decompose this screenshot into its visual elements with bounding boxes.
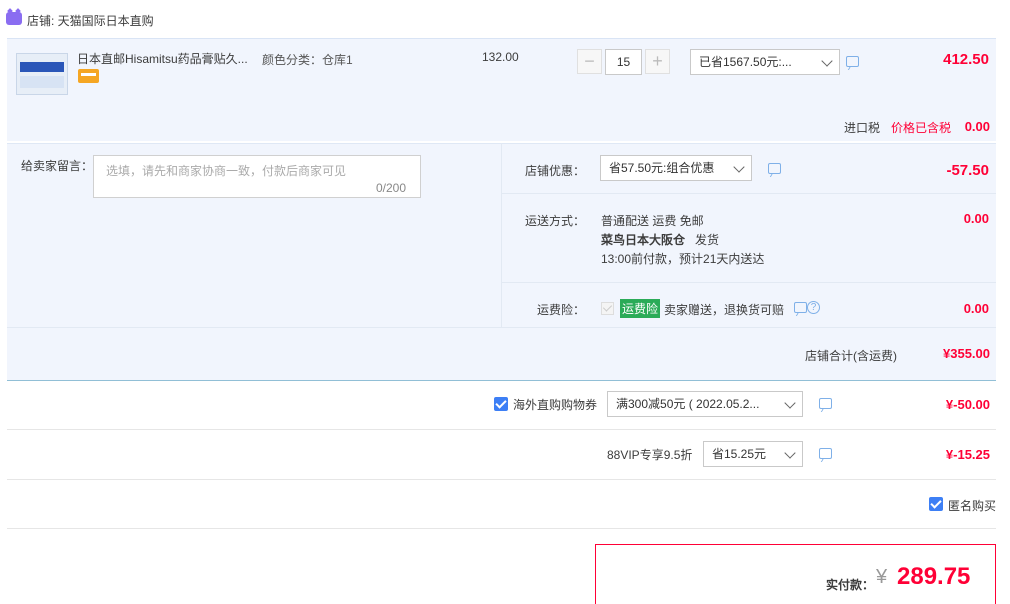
shop-total-label: 店铺合计(含运费) [805, 349, 897, 363]
vip-discount-selected: 省15.25元 [712, 447, 767, 461]
shipping-label: 运送方式： [525, 214, 586, 228]
message-icon[interactable] [819, 398, 832, 409]
shipping-method: 普通配送 运费 免邮 [601, 214, 704, 228]
payment-currency: ¥ [876, 566, 888, 588]
vip-discount-select[interactable]: 省15.25元 [703, 441, 803, 467]
quantity-increase-button[interactable]: + [645, 49, 670, 74]
quantity-decrease-button[interactable]: − [577, 49, 602, 74]
import-tax-label: 进口税 [844, 121, 881, 135]
message-icon[interactable] [794, 302, 807, 313]
shipping-value: 0.00 [963, 211, 989, 226]
chevron-down-icon [733, 161, 745, 173]
shipping-eta: 13:00前付款，预计21天内送达 [601, 252, 765, 266]
coupon-value: ¥-50.00 [945, 397, 990, 412]
message-icon[interactable] [819, 448, 832, 459]
divider [7, 479, 996, 480]
chevron-down-icon [784, 447, 796, 459]
anonymous-purchase-label[interactable]: 匿名购买 [948, 497, 996, 514]
item-discount-value: 已省1567.50元:... [699, 55, 792, 69]
shipping-dispatch: 发货 [695, 233, 720, 247]
insurance-description: 卖家赠送，退换货可赔 [664, 303, 785, 317]
item-discount-select[interactable]: 已省1567.50元:... [690, 49, 840, 75]
insurance-badge: 运费险 [620, 299, 661, 318]
help-icon[interactable]: ? [807, 301, 820, 314]
insurance-checkbox[interactable] [601, 302, 614, 315]
shop-total-value: ¥355.00 [943, 346, 990, 361]
divider [7, 429, 996, 430]
shop-promo-label: 店铺优惠： [525, 164, 586, 178]
message-icon[interactable] [846, 56, 859, 67]
product-sku: 颜色分类：仓库1 [262, 53, 353, 67]
coupon-select[interactable]: 满300减50元 ( 2022.05.2... [607, 391, 803, 417]
vip-discount-value: ¥-15.25 [945, 447, 990, 462]
coupon-label: 海外直购购物券 [513, 398, 598, 412]
chevron-down-icon [821, 55, 833, 67]
anonymous-purchase-checkbox[interactable] [929, 497, 943, 511]
insurance-value: 0.00 [963, 301, 989, 316]
divider [7, 528, 996, 529]
payment-label: 实付款： [826, 578, 875, 592]
column-divider [501, 143, 502, 328]
product-title[interactable]: 日本直邮Hisamitsu药品膏贴久... [77, 50, 248, 67]
coupon-selected: 满300减50元 ( 2022.05.2... [616, 397, 760, 411]
item-total-price: 412.50 [943, 51, 989, 68]
tmall-cat-icon [6, 12, 22, 25]
tax-included-note: 价格已含税 [891, 121, 952, 135]
quantity-input[interactable]: 15 [605, 49, 642, 75]
shop-promo-value: -57.50 [946, 162, 989, 179]
insurance-label: 运费险： [537, 303, 586, 317]
coupon-checkbox[interactable] [494, 397, 508, 411]
vip-discount-label: 88VIP专享9.5折 [607, 448, 693, 462]
divider [502, 193, 996, 194]
shop-promo-select[interactable]: 省57.50元:组合优惠 [600, 155, 752, 181]
store-name[interactable]: 店铺: 天猫国际日本直购 [27, 12, 154, 29]
divider [502, 282, 996, 283]
seller-message-count: 0/200 [376, 181, 407, 195]
message-icon[interactable] [768, 163, 781, 174]
shop-promo-selected: 省57.50元:组合优惠 [609, 161, 715, 175]
chevron-down-icon [784, 397, 796, 409]
shipping-warehouse: 菜鸟日本大阪仓 [601, 233, 686, 247]
card-icon [78, 69, 99, 83]
product-thumbnail[interactable] [16, 53, 68, 95]
import-tax-value: 0.00 [964, 119, 990, 134]
seller-message-label: 给卖家留言： [21, 159, 94, 173]
payment-total: 289.75 [897, 563, 971, 590]
seller-message-placeholder: 选填，请先和商家协商一致，付款后商家可见 [106, 164, 347, 178]
divider [7, 327, 996, 328]
unit-price: 132.00 [482, 50, 519, 64]
